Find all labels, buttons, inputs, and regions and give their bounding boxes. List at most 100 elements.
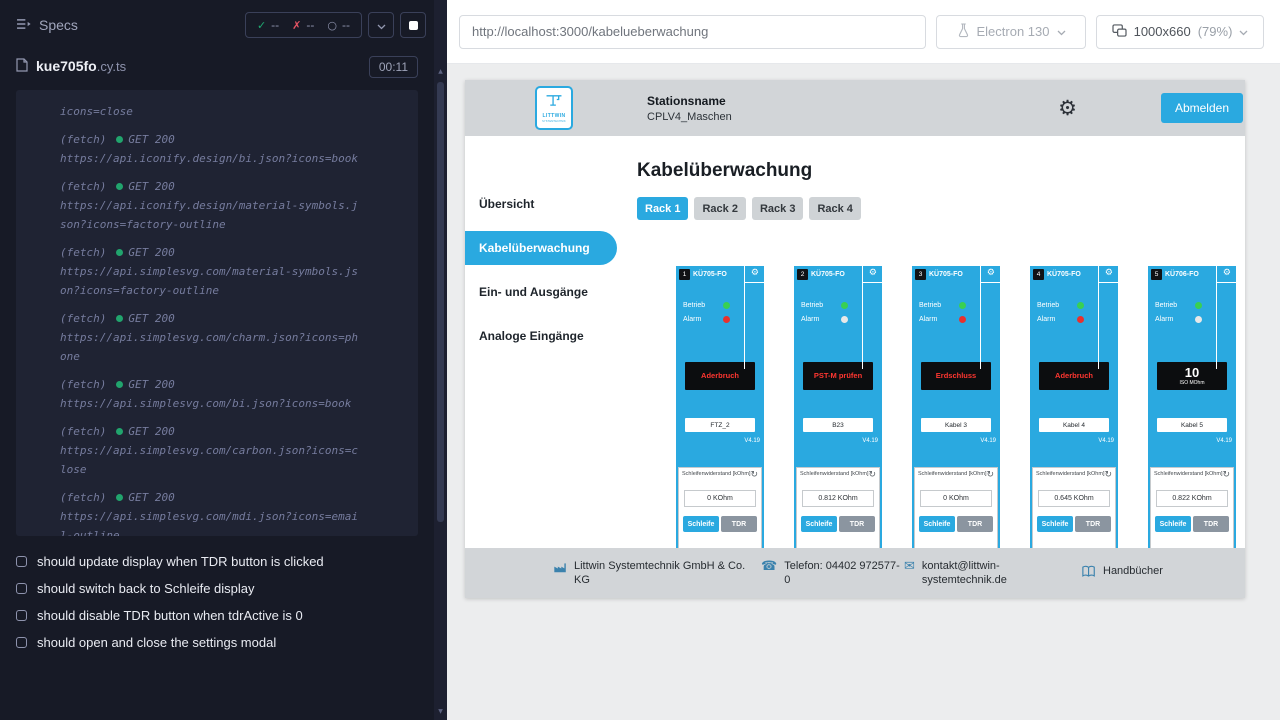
cable-name-field[interactable]: Kabel 4 bbox=[1039, 418, 1109, 432]
tdr-button[interactable]: TDR bbox=[721, 516, 757, 532]
alarm-led bbox=[1195, 316, 1202, 323]
card-settings-icon[interactable]: ⚙ bbox=[987, 269, 995, 278]
cable-name-field[interactable]: B23 bbox=[803, 418, 873, 432]
betrieb-label: Betrieb bbox=[801, 302, 823, 309]
alarm-led bbox=[841, 316, 848, 323]
aut-panel: http://localhost:3000/kabelueberwachung … bbox=[447, 0, 1280, 720]
footer-company: Littwin Systemtechnik GmbH & Co. KG bbox=[553, 559, 761, 587]
device-card: 3 KÜ705-FO ⚙ Betrieb Alarm Erdschluss bbox=[912, 266, 1000, 557]
test-item[interactable]: should switch back to Schleife display bbox=[0, 575, 434, 602]
cable-name-field[interactable]: Kabel 3 bbox=[921, 418, 991, 432]
firmware-version: V4.19 bbox=[912, 438, 1000, 444]
success-dot-icon bbox=[116, 494, 123, 501]
success-dot-icon bbox=[116, 183, 123, 190]
card-settings-icon[interactable]: ⚙ bbox=[751, 269, 759, 278]
sidebar-item-uebersicht[interactable]: Übersicht bbox=[465, 182, 617, 226]
tab-rack-3[interactable]: Rack 3 bbox=[752, 197, 803, 220]
scrollbar-thumb[interactable] bbox=[437, 82, 444, 522]
log-entry[interactable]: (fetch)GET 200 https://api.simplesvg.com… bbox=[60, 488, 402, 536]
log-entry[interactable]: (fetch)GET 200 https://api.simplesvg.com… bbox=[60, 309, 402, 366]
resistance-label: Schleifenwiderstand [kOhm] bbox=[918, 471, 986, 477]
refresh-icon[interactable]: ↻ bbox=[1104, 471, 1112, 480]
log-entry[interactable]: (fetch)GET 200 https://api.iconify.desig… bbox=[60, 130, 402, 168]
cable-name-field[interactable]: FTZ_2 bbox=[685, 418, 755, 432]
card-model: KÜ706-FO bbox=[1165, 271, 1199, 278]
viewport-select[interactable]: 1000x660 (79%) bbox=[1096, 15, 1264, 49]
tdr-button[interactable]: TDR bbox=[957, 516, 993, 532]
card-settings-icon[interactable]: ⚙ bbox=[869, 269, 877, 278]
tab-rack-4[interactable]: Rack 4 bbox=[809, 197, 860, 220]
schleife-button[interactable]: Schleife bbox=[1037, 516, 1073, 532]
card-settings-icon[interactable]: ⚙ bbox=[1105, 269, 1113, 278]
stop-icon bbox=[409, 21, 418, 30]
status-text: Aderbruch bbox=[1055, 372, 1093, 380]
resistance-label: Schleifenwiderstand [kOhm] bbox=[1154, 471, 1222, 477]
log-entry[interactable]: (fetch)GET 200 https://api.simplesvg.com… bbox=[60, 375, 402, 413]
log-entry[interactable]: (fetch)GET 200 https://api.simplesvg.com… bbox=[60, 422, 402, 479]
app-viewport: LITTWIN SYSTEMTECHNIK Stationsname CPLV4… bbox=[465, 80, 1245, 598]
refresh-icon[interactable]: ↻ bbox=[750, 471, 758, 480]
collapse-button[interactable] bbox=[368, 12, 394, 38]
log-entry[interactable]: (fetch)GET 200 https://api.simplesvg.com… bbox=[60, 243, 402, 300]
footer-email[interactable]: ✉ kontakt@littwin-systemtechnik.de bbox=[904, 559, 1082, 587]
betrieb-led bbox=[1077, 302, 1084, 309]
tdr-button[interactable]: TDR bbox=[1193, 516, 1229, 532]
success-dot-icon bbox=[116, 315, 123, 322]
tdr-button[interactable]: TDR bbox=[1075, 516, 1111, 532]
tdr-button[interactable]: TDR bbox=[839, 516, 875, 532]
test-box-icon bbox=[16, 556, 27, 567]
spec-file-row[interactable]: kue705fo.cy.ts 00:11 bbox=[0, 48, 434, 90]
log-entry[interactable]: (fetch)GET 200 https://api.iconify.desig… bbox=[60, 177, 402, 234]
reporter-scrollbar[interactable]: ▲ ▼ bbox=[434, 0, 447, 720]
specs-menu-button[interactable]: Specs bbox=[16, 17, 78, 33]
sidebar-item-ein-und-ausgaenge[interactable]: Ein- und Ausgänge bbox=[465, 270, 617, 314]
schleife-button[interactable]: Schleife bbox=[801, 516, 837, 532]
sidebar-item-kabelueberwachung[interactable]: Kabelüberwachung bbox=[465, 231, 617, 265]
phone-icon: ☎ bbox=[761, 560, 777, 573]
footer-phone: ☎ Telefon: 04402 972577-0 bbox=[761, 559, 904, 587]
resistance-value: 0 KOhm bbox=[920, 490, 992, 507]
firmware-version: V4.19 bbox=[676, 438, 764, 444]
schleife-button[interactable]: Schleife bbox=[683, 516, 719, 532]
app-main: Kabelüberwachung Rack 1 Rack 2 Rack 3 Ra… bbox=[617, 136, 1245, 598]
resistance-value: 0 KOhm bbox=[684, 490, 756, 507]
card-settings-icon[interactable]: ⚙ bbox=[1223, 269, 1231, 278]
refresh-icon[interactable]: ↻ bbox=[1222, 471, 1230, 480]
logout-button[interactable]: Abmelden bbox=[1161, 93, 1243, 123]
alarm-label: Alarm bbox=[683, 316, 701, 323]
specs-list-icon bbox=[16, 17, 31, 33]
scroll-down-icon[interactable]: ▼ bbox=[434, 708, 447, 715]
cable-name-field[interactable]: Kabel 5 bbox=[1157, 418, 1227, 432]
chevron-down-icon bbox=[1057, 24, 1066, 39]
schleife-button[interactable]: Schleife bbox=[919, 516, 955, 532]
alarm-label: Alarm bbox=[1037, 316, 1055, 323]
success-dot-icon bbox=[116, 381, 123, 388]
stop-button[interactable] bbox=[400, 12, 426, 38]
specs-label: Specs bbox=[39, 17, 78, 33]
firmware-version: V4.19 bbox=[1030, 438, 1118, 444]
test-item[interactable]: should open and close the settings modal bbox=[0, 629, 434, 656]
footer-manuals[interactable]: Handbücher bbox=[1082, 564, 1163, 582]
resistance-value: 0.645 KOhm bbox=[1038, 490, 1110, 507]
refresh-icon[interactable]: ↻ bbox=[986, 471, 994, 480]
card-model: KÜ705-FO bbox=[811, 271, 845, 278]
refresh-icon[interactable]: ↻ bbox=[868, 471, 876, 480]
stat-failed: ✗-- bbox=[292, 18, 314, 32]
test-item[interactable]: should disable TDR button when tdrActive… bbox=[0, 602, 434, 629]
tab-rack-1[interactable]: Rack 1 bbox=[637, 197, 688, 220]
schleife-button[interactable]: Schleife bbox=[1155, 516, 1191, 532]
test-item[interactable]: should update display when TDR button is… bbox=[0, 548, 434, 575]
browser-select[interactable]: Electron 130 bbox=[936, 15, 1086, 49]
card-number: 1 bbox=[679, 269, 690, 280]
spec-extension: .cy.ts bbox=[97, 59, 126, 74]
test-box-icon bbox=[16, 637, 27, 648]
log-entry[interactable]: icons=close bbox=[60, 102, 402, 121]
sidebar-item-analoge-eingaenge[interactable]: Analoge Eingänge bbox=[465, 314, 617, 358]
settings-gear-icon[interactable]: ⚙ bbox=[1058, 98, 1077, 119]
url-input[interactable]: http://localhost:3000/kabelueberwachung bbox=[459, 15, 926, 49]
test-list: should update display when TDR button is… bbox=[0, 548, 434, 656]
scroll-up-icon[interactable]: ▲ bbox=[434, 68, 447, 75]
app-sidebar: Übersicht Kabelüberwachung Ein- und Ausg… bbox=[465, 136, 617, 598]
card-number: 3 bbox=[915, 269, 926, 280]
tab-rack-2[interactable]: Rack 2 bbox=[694, 197, 745, 220]
